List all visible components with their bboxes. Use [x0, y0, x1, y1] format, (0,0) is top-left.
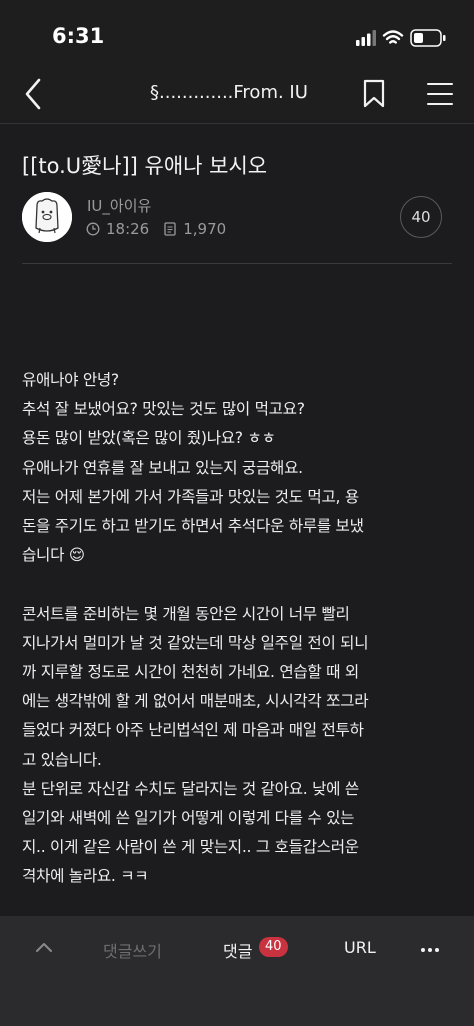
post-title: [[to.U愛나]] 유애나 보시오	[22, 154, 268, 178]
content-line: 분 단위로 자신감 수치도 달라지는 것 같아요. 낮에 쓴	[22, 779, 359, 798]
content-line: 저는 어제 본가에 가서 가족들과 맛있는 것도 먹고, 용	[22, 487, 359, 506]
content-line: 들었다 커졌다 아주 난리법석인 제 마음과 매일 전투하	[22, 721, 364, 740]
author-name[interactable]: IU_아이유	[87, 195, 151, 216]
nav-title: §.............From. IU	[150, 82, 308, 103]
content-line: 지.. 이게 같은 사람이 쓴 게 맞는지.. 그 호들갑스러운	[22, 838, 359, 857]
wifi-icon	[382, 30, 404, 44]
bottom-toolbar: 댓글쓰기 댓글 40 URL	[0, 916, 474, 1026]
clock-icon	[86, 222, 100, 236]
document-icon	[164, 222, 176, 236]
battery-icon	[410, 29, 446, 47]
nav-divider	[0, 123, 474, 124]
content-line: 격차에 놀라요. ㅋㅋ	[22, 867, 149, 886]
content-line: 까 지루할 정도로 시간이 천천히 가네요. 연습할 때 외	[22, 663, 359, 682]
nav-bar: §.............From. IU	[0, 70, 474, 120]
content-line: 지나가서 멀미가 날 것 같았는데 막상 일주일 전이 되니	[22, 633, 369, 652]
content-line: 추석 잘 보냈어요? 맛있는 것도 많이 먹고요?	[22, 400, 305, 419]
write-comment-button[interactable]: 댓글쓰기	[103, 938, 162, 962]
post-meta: 18:26 1,970	[86, 220, 226, 238]
chevron-up-icon[interactable]	[34, 940, 54, 954]
content-line: 일기와 새벽에 쓴 일기가 어떻게 이렇게 다를 수 있는	[22, 809, 355, 828]
content-line	[22, 570, 457, 599]
content-line: 유애나야 안녕?	[22, 371, 119, 389]
comments-badge: 40	[259, 937, 288, 957]
more-icon[interactable]	[420, 947, 440, 953]
content-line: 돈을 주기도 하고 받기도 하면서 추석다운 하루를 보냈	[22, 517, 364, 536]
back-icon[interactable]	[20, 76, 50, 112]
menu-icon[interactable]	[426, 80, 454, 108]
avatar-character-icon	[22, 192, 72, 242]
content-line: 고 있습니다.	[22, 750, 102, 769]
content-line: 용돈 많이 받았(혹은 많이 줬)나요? ㅎㅎ	[22, 429, 276, 448]
post-time: 18:26	[106, 220, 150, 238]
post-content: 유애나야 안녕? 추석 잘 보냈어요? 맛있는 것도 많이 먹고요? 용돈 많이…	[22, 366, 457, 916]
content-line: 유애나가 연휴를 잘 보내고 있는지 궁금해요.	[22, 458, 303, 477]
content-line: 콘서트를 준비하는 몇 개월 동안은 시간이 너무 빨리	[22, 604, 350, 623]
comment-count-button[interactable]: 40	[400, 196, 442, 238]
comments-button[interactable]: 댓글	[223, 938, 252, 962]
status-bar: 6:31	[0, 0, 474, 70]
status-time: 6:31	[52, 24, 105, 48]
avatar[interactable]	[22, 192, 72, 242]
content-line: 에는 생각밖에 할 게 없어서 매분매초, 시시각각 쪼그라	[22, 692, 369, 711]
url-button[interactable]: URL	[344, 938, 376, 957]
status-icons	[356, 29, 446, 47]
signal-icon	[356, 30, 376, 46]
content-line: 습니다 😌	[22, 546, 85, 565]
post-views: 1,970	[183, 220, 227, 238]
bookmark-icon[interactable]	[362, 78, 386, 110]
header-divider	[22, 263, 452, 264]
